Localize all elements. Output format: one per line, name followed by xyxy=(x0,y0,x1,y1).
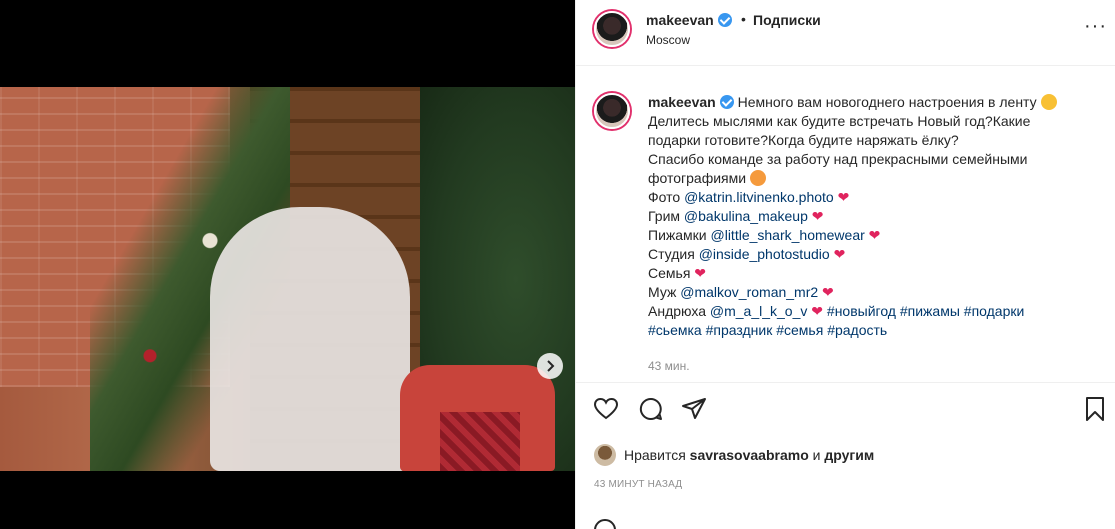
caption-author-avatar[interactable] xyxy=(594,93,630,129)
post-photo[interactable] xyxy=(0,87,575,471)
credit-line: Пижамки @little_shark_homewear ❤ xyxy=(648,226,1098,245)
credit-line: Муж @malkov_roman_mr2 ❤ xyxy=(648,283,1098,302)
post-side-panel: makeevan • Подписки Moscow ··· makeevan … xyxy=(575,0,1115,529)
verified-badge-icon xyxy=(717,13,732,27)
verified-badge-icon xyxy=(719,95,734,109)
mention-link[interactable]: @m_a_l_k_o_v xyxy=(710,303,808,319)
more-options-icon[interactable]: ··· xyxy=(1084,16,1107,36)
post-location[interactable]: Moscow xyxy=(646,33,690,47)
heart-emoji-icon: ❤ xyxy=(868,227,881,243)
liker-avatar[interactable] xyxy=(594,444,616,466)
heart-emoji-icon: ❤ xyxy=(811,303,824,319)
mention-link[interactable]: @katrin.litvinenko.photo xyxy=(684,189,834,205)
mention-link[interactable]: @inside_photostudio xyxy=(699,246,830,262)
comment-icon xyxy=(639,397,662,420)
caption-line-4: Спасибо команде за работу над прекрасным… xyxy=(648,151,1028,167)
credit-label: Грим xyxy=(648,208,684,224)
share-icon xyxy=(682,398,706,419)
comment-button[interactable] xyxy=(638,396,664,422)
family-group xyxy=(210,207,410,471)
credit-line: Студия @inside_photostudio ❤ xyxy=(648,245,1098,264)
credit-line: Семья ❤ xyxy=(648,264,1098,283)
caption-line-5: фотографиями xyxy=(648,170,747,186)
author-avatar[interactable] xyxy=(594,11,630,47)
media-panel xyxy=(0,0,575,529)
post-header: makeevan • Подписки Moscow ··· xyxy=(576,0,1115,66)
mention-link[interactable]: @bakulina_makeup xyxy=(684,208,808,224)
credit-line: Грим @bakulina_makeup ❤ xyxy=(648,207,1098,226)
next-photo-button[interactable] xyxy=(537,353,563,379)
credit-label: Фото xyxy=(648,189,685,205)
caption-line-2: Делитесь мыслями как будите встречать Но… xyxy=(648,113,1031,129)
credit-label: Семья xyxy=(648,265,691,281)
credit-line: Андрюха @m_a_l_k_o_v ❤ #новыйгод #пижамы… xyxy=(648,302,1098,321)
caption-text: makeevan Немного вам новогоднего настрое… xyxy=(648,93,1098,340)
bookmark-icon xyxy=(1086,397,1104,421)
following-button[interactable]: Подписки xyxy=(753,12,821,28)
caption-time: 43 мин. xyxy=(648,359,690,373)
share-button[interactable] xyxy=(681,396,707,422)
heart-eyes-emoji-icon xyxy=(749,170,766,186)
caption-username[interactable]: makeevan xyxy=(648,94,716,110)
caption-line-1: Немного вам новогоднего настроения в лен… xyxy=(737,94,1037,110)
mention-link[interactable]: @malkov_roman_mr2 xyxy=(680,284,818,300)
heart-icon xyxy=(593,397,619,420)
post-caption: makeevan Немного вам новогоднего настрое… xyxy=(576,67,1115,383)
credit-label: Муж xyxy=(648,284,681,300)
likes-prefix: Нравится xyxy=(624,447,686,463)
liker-username[interactable]: savrasovaabramo xyxy=(690,447,809,463)
hashtag-links[interactable]: #новыйгод #пижамы #подарки xyxy=(827,303,1024,319)
action-bar xyxy=(576,384,1115,434)
heart-emoji-icon: ❤ xyxy=(837,189,850,205)
tongue-emoji-icon xyxy=(1040,94,1057,110)
post-timestamp[interactable]: 43 МИНУТ НАЗАД xyxy=(594,479,682,490)
save-button[interactable] xyxy=(1082,396,1108,422)
chevron-right-icon xyxy=(547,360,555,372)
credit-label: Андрюха xyxy=(648,303,710,319)
caption-line-3: подарки готовите?Когда будите наряжать ё… xyxy=(648,132,959,148)
likes-suffix: и xyxy=(812,447,821,463)
heart-emoji-icon: ❤ xyxy=(811,208,824,224)
likes-others-link[interactable]: другим xyxy=(824,447,874,463)
author-username[interactable]: makeevan xyxy=(646,12,732,28)
header-separator: • xyxy=(741,11,746,27)
heart-emoji-icon: ❤ xyxy=(694,265,707,281)
credit-label: Студия xyxy=(648,246,699,262)
heart-emoji-icon: ❤ xyxy=(833,246,846,262)
emoji-picker-icon[interactable] xyxy=(594,519,616,529)
mention-link[interactable]: @little_shark_homewear xyxy=(711,227,865,243)
post-modal: makeevan • Подписки Moscow ··· makeevan … xyxy=(0,0,1115,529)
credit-label: Пижамки xyxy=(648,227,711,243)
heart-emoji-icon: ❤ xyxy=(822,284,834,300)
plaid-pillow xyxy=(440,412,520,471)
like-button[interactable] xyxy=(593,396,619,422)
hashtag-links[interactable]: #сьемка #праздник #семья #радость xyxy=(648,321,1098,340)
likes-summary: Нравится savrasovaabramo и другим xyxy=(594,442,874,468)
credit-line: Фото @katrin.litvinenko.photo ❤ xyxy=(648,188,1098,207)
